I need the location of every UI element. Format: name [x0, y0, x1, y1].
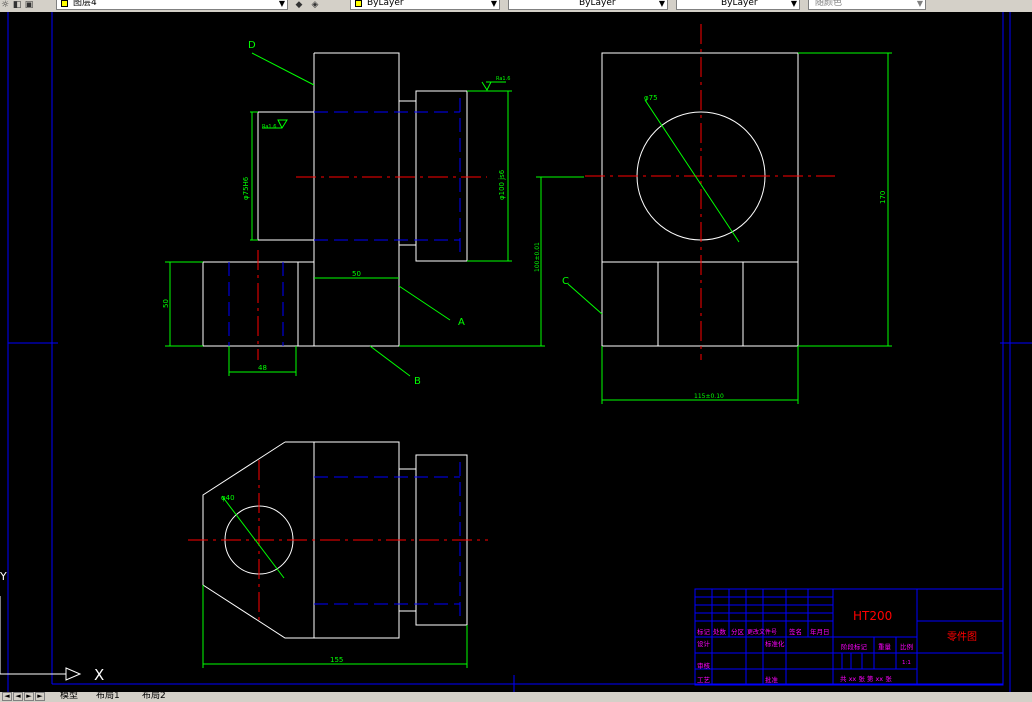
tb-scale: 比例	[900, 642, 913, 651]
layers-toolbar: ☼ ◧ ▣ 图层4 ▼ ◆ ◈ ByLayer ▼ ByLayer ▼ ByLa…	[0, 0, 1032, 12]
make-current-layer-icon[interactable]: ◆	[294, 0, 304, 10]
tb-stage-mark: 阶段标记	[841, 642, 868, 651]
layer-dropdown[interactable]: 图层4 ▼	[56, 0, 288, 10]
layer-previous-icon[interactable]: ◈	[310, 0, 320, 10]
lock-icon[interactable]: ◧	[12, 0, 22, 10]
chevron-down-icon[interactable]: ▼	[279, 0, 285, 8]
label-b: B	[414, 376, 421, 387]
chevron-down-icon[interactable]: ▼	[917, 0, 923, 8]
dim-48: 48	[258, 364, 267, 372]
dim-50-top: 50	[352, 270, 361, 278]
roughness-2: Ra1.6	[496, 76, 510, 82]
tab-first-button[interactable]: ◄	[2, 692, 12, 701]
tab-model[interactable]: 模型	[60, 692, 78, 701]
color-dropdown-value: ByLayer	[367, 0, 404, 8]
tab-last-button[interactable]: ►	[35, 692, 45, 701]
chevron-down-icon[interactable]: ▼	[491, 0, 497, 8]
tb-sheets: 共 xx 张 第 xx 张	[840, 674, 892, 683]
color-dropdown[interactable]: ByLayer ▼	[350, 0, 500, 10]
tab-next-button[interactable]: ►	[24, 692, 34, 701]
color-swatch	[355, 0, 362, 7]
tab-layout2[interactable]: 布局2	[142, 692, 166, 701]
lineweight-dropdown-value: ByLayer	[721, 0, 758, 8]
layout-tabs-bar: ◄ ◄ ► ► 模型 布局1 布局2	[0, 692, 1032, 702]
dim-phi75h6: φ75H6	[242, 176, 250, 200]
layer-dropdown-value: 图层4	[73, 0, 97, 8]
plotstyle-dropdown[interactable]: 随颜色 ▼	[808, 0, 926, 10]
plotstyle-dropdown-value: 随颜色	[815, 0, 843, 8]
tb-process: 工艺	[697, 676, 711, 684]
chevron-down-icon[interactable]: ▼	[659, 0, 665, 8]
tb-review: 审核	[697, 661, 711, 670]
dim-phi40: φ40	[221, 494, 235, 502]
material-text: HT200	[853, 609, 892, 623]
tb-count: 处数	[713, 627, 727, 636]
dim-155: 155	[330, 656, 343, 664]
tb-signature: 签名	[789, 627, 802, 636]
dim-phi75: φ75	[644, 94, 658, 102]
dim-100: 100±0.01	[534, 242, 541, 272]
tb-zone: 分区	[731, 627, 745, 636]
label-d: D	[248, 40, 256, 51]
tb-change-doc: 更改文件号	[747, 628, 777, 636]
linetype-dropdown[interactable]: ByLayer ▼	[508, 0, 668, 10]
dim-phi100js6: φ100 js6	[498, 169, 506, 200]
roughness-1: Ra1.6	[262, 124, 276, 130]
tb-date: 年月日	[810, 627, 830, 636]
chevron-down-icon[interactable]: ▼	[791, 0, 797, 8]
tab-prev-button[interactable]: ◄	[13, 692, 23, 701]
ucs-x-label: X	[94, 666, 104, 684]
canvas-background	[0, 12, 1032, 692]
label-c: C	[562, 276, 569, 287]
tb-approve: 批准	[765, 675, 779, 684]
dim-170: 170	[879, 191, 887, 204]
label-a: A	[458, 317, 465, 328]
drawing-name-text: 零件图	[947, 631, 977, 643]
ucs-y-label: Y	[0, 570, 7, 583]
dim-50-left: 50	[162, 299, 170, 308]
dim-115: 115±0.10	[694, 393, 724, 400]
tb-mark: 标记	[697, 627, 711, 636]
layer-state-icon[interactable]: ☼	[0, 0, 10, 10]
layer-color-swatch	[61, 0, 68, 7]
tb-design: 设计	[697, 639, 711, 648]
tb-standardize: 标准化	[765, 639, 785, 648]
color-square-icon[interactable]: ▣	[24, 0, 34, 10]
drawing-canvas[interactable]: D A B φ75H6 φ100 js6 50 50 48 100±0.01 R…	[0, 12, 1032, 692]
tab-layout1[interactable]: 布局1	[96, 692, 120, 701]
lineweight-dropdown[interactable]: ByLayer ▼	[676, 0, 800, 10]
linetype-dropdown-value: ByLayer	[579, 0, 616, 8]
tb-scale-value: 1:1	[902, 660, 911, 666]
tb-weight: 重量	[878, 643, 892, 651]
